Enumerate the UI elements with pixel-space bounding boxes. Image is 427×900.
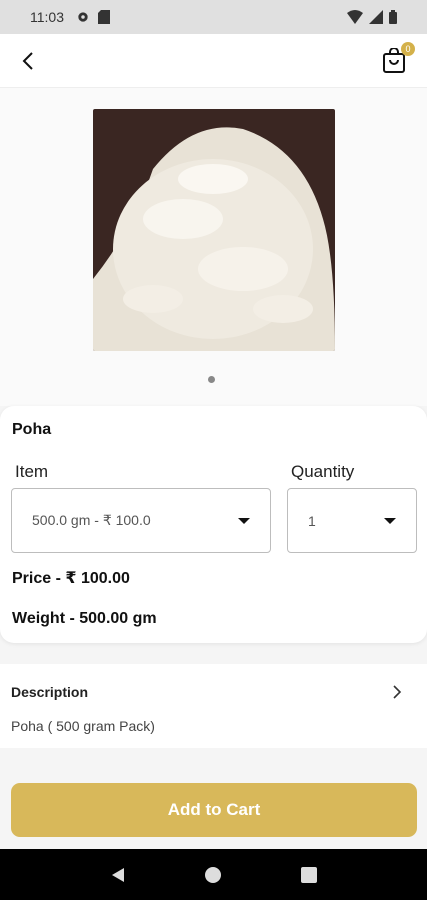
add-to-cart-button[interactable]: Add to Cart [11,783,417,837]
status-bar: 11:03 [0,0,427,34]
item-label: Item [15,462,49,481]
product-name: Poha [12,421,52,438]
carousel-indicator [208,376,215,383]
description-text: Poha ( 500 gram Pack) [11,718,155,734]
nav-recents-icon [301,866,318,883]
product-image-carousel[interactable] [0,88,427,406]
status-time: 11:03 [30,9,64,25]
back-arrow-icon [22,51,33,70]
system-nav-bar [0,849,427,900]
nav-back-button[interactable] [104,861,132,889]
back-button[interactable] [14,47,42,75]
item-dropdown[interactable]: 500.0 gm - ₹ 100.0 [11,488,271,553]
weight-text: Weight - 500.00 gm [12,610,157,627]
app-bar: 0 [0,34,427,88]
description-title: Description [11,684,89,700]
quantity-selected-value: 1 [308,512,316,529]
dropdown-caret-icon [238,517,250,524]
settings-icon [78,12,88,22]
cart-count-badge: 0 [401,41,415,56]
nav-back-icon [111,867,124,882]
quantity-label: Quantity [291,462,355,481]
price-text: Price - ₹ 100.00 [12,570,130,587]
wifi-icon [347,10,363,24]
cart-button[interactable]: 0 [379,41,415,76]
quantity-dropdown[interactable]: 1 [287,488,417,553]
item-selected-value: 500.0 gm - ₹ 100.0 [32,512,151,528]
sim-card-icon [98,10,110,24]
nav-home-icon [205,866,222,883]
nav-home-button[interactable] [199,861,227,889]
signal-icon [369,10,383,24]
product-image [93,109,335,351]
battery-icon [389,10,397,24]
nav-recents-button[interactable] [295,861,323,889]
dropdown-caret-icon [384,517,396,524]
description-section[interactable]: Description Poha ( 500 gram Pack) [0,664,427,748]
chevron-right-icon[interactable] [387,682,407,702]
product-details-card: Poha Item Quantity 500.0 gm - ₹ 100.0 1 … [0,406,427,643]
